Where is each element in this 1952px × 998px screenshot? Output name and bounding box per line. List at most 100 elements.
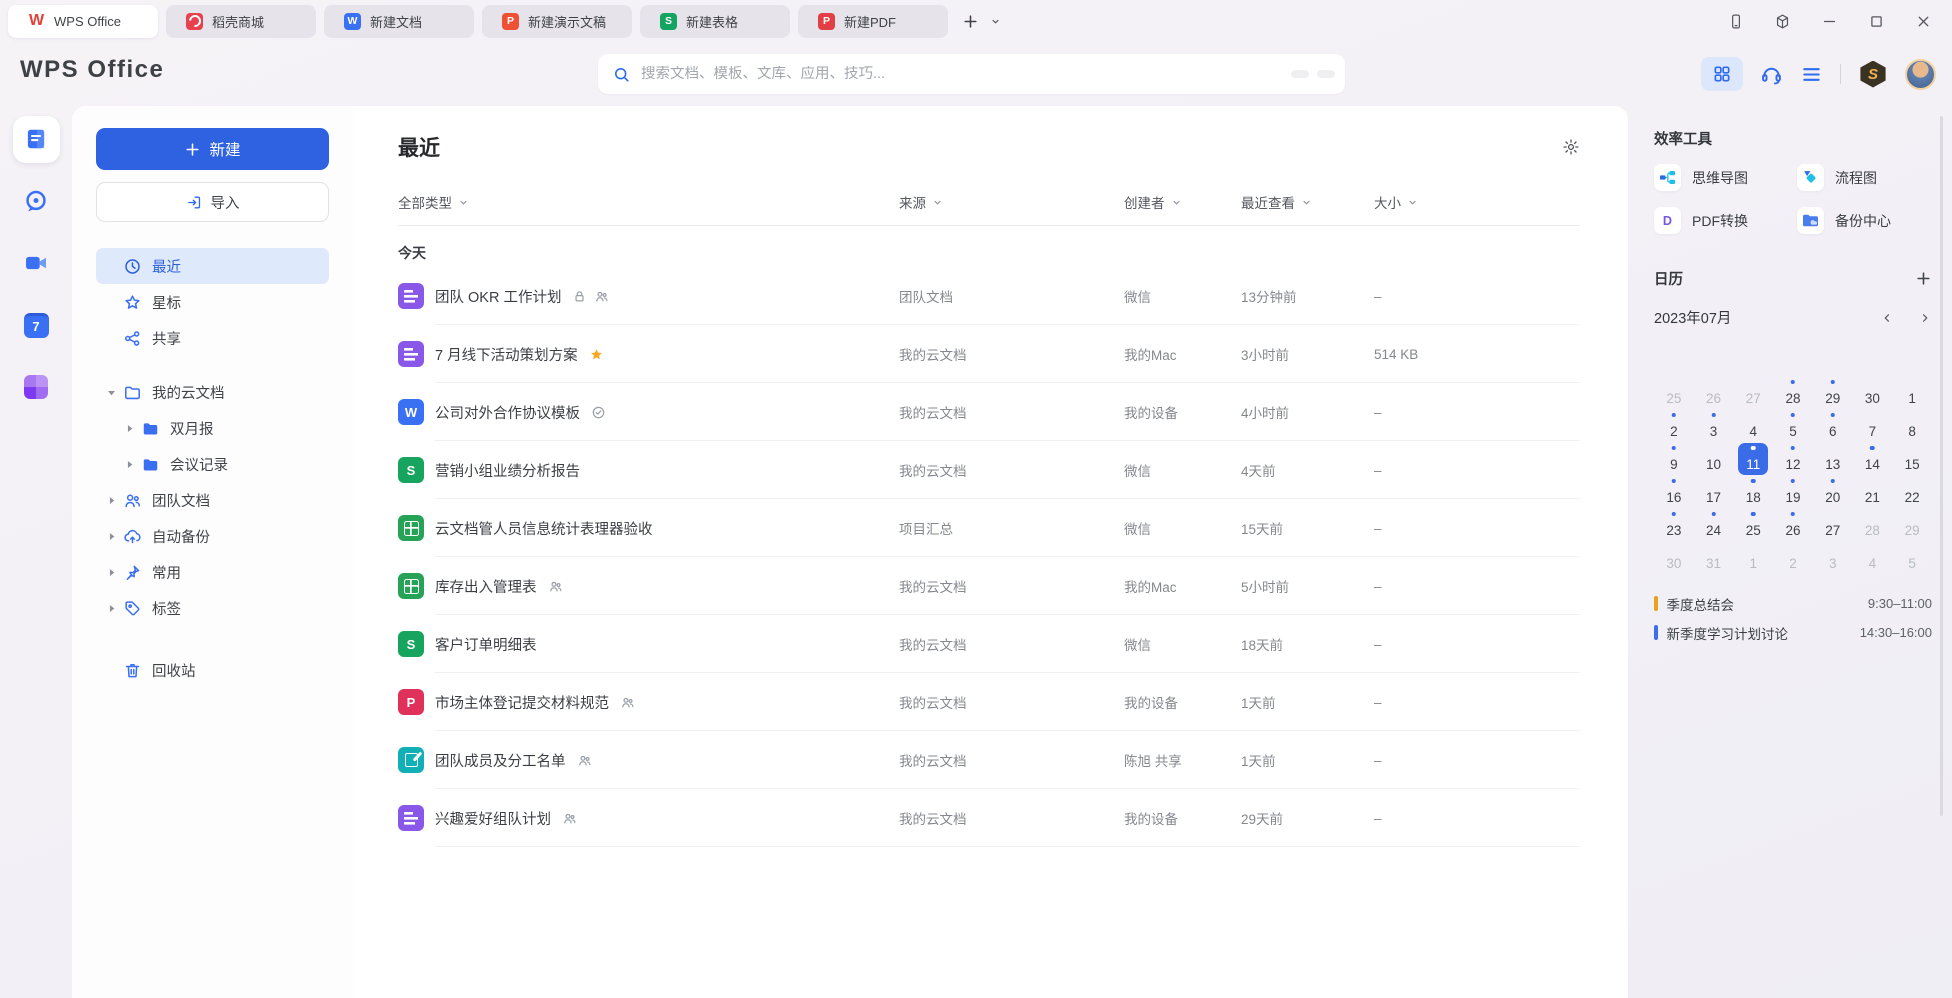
calendar-day[interactable]: 1 [1892,376,1932,409]
file-row[interactable]: 客户订单明细表 我的云文档 微信 18天前 – [398,615,1580,673]
rail-calendar[interactable]: 7 [0,294,72,356]
sidebar-item-my-cloud-docs[interactable]: 我的云文档 [96,374,329,410]
scrollbar[interactable] [1940,116,1943,816]
calendar-day[interactable]: 30 [1853,376,1893,409]
sidebar-item-recent[interactable]: 最近 [96,248,329,284]
tab-list-button[interactable] [989,15,1002,28]
filter-dropdown[interactable]: 大小 [1374,192,1580,212]
sidebar-item-starred[interactable]: 星标 [96,284,329,320]
file-row[interactable]: 团队 OKR 工作计划 团队文档 微信 13分钟前 – [398,267,1580,325]
global-search-bar[interactable] [598,54,1345,94]
calendar-day[interactable]: 8 [1892,409,1932,442]
calendar-day[interactable]: 27 [1733,376,1773,409]
widgets-icon[interactable] [1774,13,1791,30]
tab-new-document[interactable]: 新建文档 [324,5,474,38]
calendar-day[interactable]: 15 [1892,442,1932,475]
calendar-day[interactable]: 3 [1694,409,1734,442]
filter-dropdown[interactable]: 创建者 [1124,192,1241,212]
calendar-day[interactable]: 12 [1773,442,1813,475]
support-headset-icon[interactable] [1760,63,1783,86]
gear-icon[interactable] [1562,138,1580,156]
filter-dropdown[interactable]: 全部类型 [398,192,899,212]
calendar-day[interactable]: 20 [1813,475,1853,508]
sidebar-item-team-docs[interactable]: 团队文档 [96,482,329,518]
file-row[interactable]: 公司对外合作协议模板 我的云文档 我的设备 4小时前 – [398,383,1580,441]
menu-icon[interactable] [1800,63,1823,86]
search-tag[interactable] [1317,70,1335,78]
calendar-day[interactable]: 3 [1813,541,1853,574]
phone-mirror-icon[interactable] [1727,13,1744,30]
calendar-day[interactable]: 14 [1853,442,1893,475]
tab-new-presentation[interactable]: 新建演示文稿 [482,5,632,38]
calendar-day[interactable]: 5 [1773,409,1813,442]
search-input[interactable] [641,66,1283,82]
calendar-day[interactable]: 27 [1813,508,1853,541]
calendar-day[interactable]: 28 [1853,508,1893,541]
calendar-day[interactable]: 25 [1654,376,1694,409]
tab-wps-home[interactable]: WPS Office [8,5,158,38]
calendar-day[interactable]: 22 [1892,475,1932,508]
calendar-day[interactable]: 29 [1813,376,1853,409]
calendar-day[interactable]: 26 [1694,376,1734,409]
sidebar-item-bimonthly-report[interactable]: 双月报 [114,410,329,446]
tab-new-spreadsheet[interactable]: 新建表格 [640,5,790,38]
apps-grid-button[interactable] [1701,57,1743,91]
tab-new-pdf[interactable]: 新建PDF [798,5,948,38]
calendar-event[interactable]: 季度总结会 9:30–11:00 [1654,589,1932,618]
calendar-day[interactable]: 18 [1733,475,1773,508]
tool-pdf-convert[interactable]: PDF转换 [1654,207,1789,234]
sidebar-item-tags[interactable]: 标签 [96,590,329,626]
calendar-day[interactable]: 26 [1773,508,1813,541]
add-event-icon[interactable] [1915,270,1932,287]
calendar-day[interactable]: 21 [1853,475,1893,508]
calendar-day[interactable]: 4 [1853,541,1893,574]
calendar-day[interactable]: 31 [1694,541,1734,574]
sidebar-item-shared[interactable]: 共享 [96,320,329,356]
calendar-event[interactable]: 新季度学习计划讨论 14:30–16:00 [1654,618,1932,647]
calendar-day[interactable]: 10 [1694,442,1734,475]
calendar-day[interactable]: 11 [1733,442,1773,475]
sidebar-item-meeting-notes[interactable]: 会议记录 [114,446,329,482]
calendar-day[interactable]: 5 [1892,541,1932,574]
tool-mindmap[interactable]: 思维导图 [1654,164,1789,191]
filter-dropdown[interactable]: 来源 [899,192,1124,212]
chevron-right-icon[interactable] [1918,311,1932,325]
sidebar-item-recycle-bin[interactable]: 回收站 [96,652,329,688]
file-row[interactable]: 团队成员及分工名单 我的云文档 陈旭 共享 1天前 – [398,731,1580,789]
calendar-day[interactable]: 4 [1733,409,1773,442]
calendar-day[interactable]: 1 [1733,541,1773,574]
calendar-day[interactable]: 9 [1654,442,1694,475]
sidebar-item-auto-backup[interactable]: 自动备份 [96,518,329,554]
minimize-icon[interactable] [1821,13,1838,30]
search-tag[interactable] [1291,70,1309,78]
file-row[interactable]: 库存出入管理表 我的云文档 我的Mac 5小时前 – [398,557,1580,615]
chevron-left-icon[interactable] [1880,311,1894,325]
calendar-day[interactable]: 2 [1654,409,1694,442]
file-row[interactable]: 营销小组业绩分析报告 我的云文档 微信 4天前 – [398,441,1580,499]
avatar[interactable] [1905,59,1936,90]
tool-backup-center[interactable]: 备份中心 [1797,207,1932,234]
close-icon[interactable] [1915,13,1932,30]
calendar-day[interactable]: 17 [1694,475,1734,508]
calendar-day[interactable]: 28 [1773,376,1813,409]
sidebar-item-frequent[interactable]: 常用 [96,554,329,590]
calendar-day[interactable]: 24 [1694,508,1734,541]
file-row[interactable]: 市场主体登记提交材料规范 我的云文档 我的设备 1天前 – [398,673,1580,731]
maximize-icon[interactable] [1868,13,1885,30]
new-tab-button[interactable] [962,13,979,30]
calendar-day[interactable]: 13 [1813,442,1853,475]
rail-messages[interactable] [0,170,72,232]
calendar-day[interactable]: 7 [1853,409,1893,442]
import-button[interactable]: 导入 [96,182,329,222]
calendar-day[interactable]: 29 [1892,508,1932,541]
rail-documents[interactable] [0,108,72,170]
calendar-day[interactable]: 30 [1654,541,1694,574]
rail-meetings[interactable] [0,232,72,294]
tool-flowchart[interactable]: 流程图 [1797,164,1932,191]
new-button[interactable]: 新建 [96,128,329,170]
calendar-day[interactable]: 6 [1813,409,1853,442]
rail-apps[interactable] [0,356,72,418]
filter-dropdown[interactable]: 最近查看 [1241,192,1374,212]
calendar-day[interactable]: 19 [1773,475,1813,508]
file-row[interactable]: 兴趣爱好组队计划 我的云文档 我的设备 29天前 – [398,789,1580,847]
